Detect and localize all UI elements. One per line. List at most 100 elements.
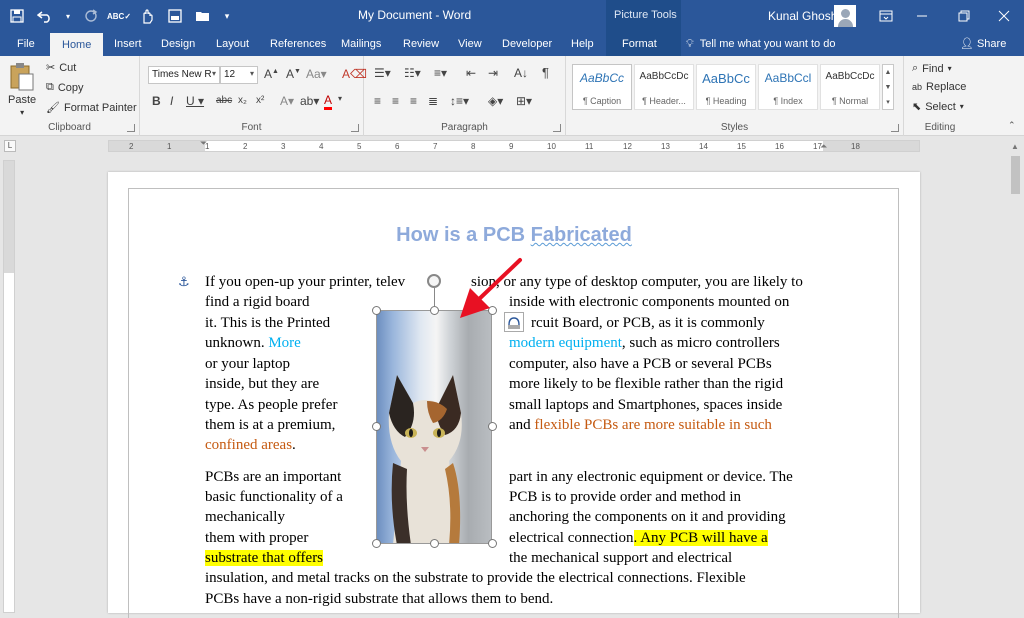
increase-indent-icon[interactable]: ⇥	[488, 66, 498, 80]
styles-scroll[interactable]: ▲ ▼ ▾	[882, 64, 894, 110]
customize-icon[interactable]: ▾	[222, 6, 232, 26]
text-line: them with proper	[205, 530, 308, 547]
copy-button[interactable]: ⧉ Copy	[46, 81, 84, 94]
resize-handle-s[interactable]	[430, 539, 439, 548]
save-icon[interactable]	[8, 6, 26, 26]
rotate-handle-icon[interactable]	[427, 274, 441, 288]
ribbon-display-options-icon[interactable]	[866, 0, 906, 32]
cut-button[interactable]: ✂ Cut	[46, 61, 76, 75]
close-icon[interactable]	[984, 0, 1024, 32]
tab-view[interactable]: View	[458, 32, 482, 56]
align-left-icon[interactable]: ≡	[374, 94, 381, 108]
scroll-up-icon[interactable]: ▲	[1011, 142, 1019, 151]
text-line: mechanically	[205, 509, 285, 526]
clipboard-launcher-icon[interactable]	[127, 124, 135, 132]
tab-review[interactable]: Review	[403, 32, 439, 56]
scroll-thumb[interactable]	[1011, 156, 1020, 194]
sort-icon[interactable]: A↓	[514, 66, 528, 80]
decrease-indent-icon[interactable]: ⇤	[466, 66, 476, 80]
grow-font-icon[interactable]: A▲	[264, 67, 279, 81]
undo-icon[interactable]	[36, 6, 54, 26]
shrink-font-icon[interactable]: A▼	[286, 67, 301, 81]
change-case-icon[interactable]: Aa▾	[306, 67, 327, 81]
styles-launcher-icon[interactable]	[891, 124, 899, 132]
tab-file[interactable]: File	[17, 32, 35, 56]
line-spacing-icon[interactable]: ↕≡▾	[450, 94, 469, 108]
align-center-icon[interactable]: ≡	[392, 94, 399, 108]
print-preview-icon[interactable]	[166, 6, 184, 26]
tab-mailings[interactable]: Mailings	[341, 32, 381, 56]
dropdown-icon[interactable]: ▾	[64, 6, 72, 26]
right-indent-icon[interactable]: ⏶	[820, 141, 827, 152]
tab-developer[interactable]: Developer	[502, 32, 552, 56]
user-name[interactable]: Kunal Ghosh	[768, 9, 837, 23]
tab-references[interactable]: References	[270, 32, 326, 56]
style-heading[interactable]: AaBbCc ¶ Heading	[696, 64, 756, 110]
anchor-icon[interactable]: ⚓︎	[178, 274, 190, 290]
justify-icon[interactable]: ≣	[428, 94, 438, 108]
resize-handle-e[interactable]	[488, 422, 497, 431]
replace-button[interactable]: ab Replace	[912, 81, 966, 93]
underline-icon[interactable]: U ▾	[186, 94, 204, 108]
tab-selector[interactable]: L	[4, 140, 16, 152]
title-bar: ▾ ABC✓ ▾ My Document - Word Picture Tool…	[0, 0, 1024, 32]
share-button[interactable]: 👤︎ Share	[960, 32, 1006, 56]
paragraph-launcher-icon[interactable]	[553, 124, 561, 132]
indent-marker-icon[interactable]: ⏷	[200, 138, 207, 149]
resize-handle-w[interactable]	[372, 422, 381, 431]
spelling-icon[interactable]: ABC✓	[107, 6, 131, 26]
avatar[interactable]	[834, 5, 856, 27]
document-page[interactable]: How is a PCB Fabricated ⚓︎ If you open-u…	[108, 172, 920, 618]
style-header[interactable]: AaBbCcDc ¶ Header...	[634, 64, 694, 110]
subscript-icon[interactable]: x₂	[238, 95, 247, 106]
style-caption[interactable]: AaBbCc ¶ Caption	[572, 64, 632, 110]
resize-handle-se[interactable]	[488, 539, 497, 548]
font-launcher-icon[interactable]	[351, 124, 359, 132]
superscript-icon[interactable]: x²	[256, 95, 264, 106]
tab-insert[interactable]: Insert	[114, 32, 142, 56]
highlight-icon[interactable]: ab▾	[300, 94, 319, 108]
bold-icon[interactable]: B	[152, 94, 161, 108]
text-effects-icon[interactable]: A▾	[280, 94, 294, 108]
tab-design[interactable]: Design	[161, 32, 195, 56]
tab-help[interactable]: Help	[571, 32, 594, 56]
collapse-ribbon-icon[interactable]: ⌃	[1008, 120, 1016, 131]
font-color-icon[interactable]: A	[324, 94, 333, 110]
cat-picture[interactable]	[376, 310, 492, 544]
resize-handle-nw[interactable]	[372, 306, 381, 315]
font-name-box[interactable]: Times New R ▾	[148, 66, 220, 84]
redo-icon[interactable]	[82, 6, 100, 26]
bullets-icon[interactable]: ☰▾	[374, 66, 391, 80]
shading-icon[interactable]: ◈▾	[488, 94, 503, 108]
find-button[interactable]: ⌕ Find ▾	[912, 62, 952, 75]
strikethrough-icon[interactable]: abc	[216, 95, 232, 106]
tab-format[interactable]: Format	[622, 32, 657, 56]
show-formatting-icon[interactable]: ¶	[542, 65, 549, 80]
tab-home[interactable]: Home	[50, 33, 104, 56]
resize-handle-sw[interactable]	[372, 539, 381, 548]
font-size-box[interactable]: 12 ▾	[220, 66, 258, 84]
open-icon[interactable]	[194, 6, 212, 26]
touch-mode-icon[interactable]	[138, 6, 156, 26]
multilevel-list-icon[interactable]: ≡▾	[434, 66, 447, 80]
text-line: the mechanical support and electrical	[509, 550, 732, 567]
vertical-scrollbar[interactable]: ▲	[1007, 140, 1024, 613]
document-heading[interactable]: How is a PCB Fabricated	[108, 224, 920, 247]
align-right-icon[interactable]: ≡	[410, 94, 417, 108]
chevron-down-icon[interactable]: ▾	[338, 94, 342, 103]
blue-text: More	[268, 335, 301, 351]
style-index[interactable]: AaBbCcl ¶ Index	[758, 64, 818, 110]
numbering-icon[interactable]: ☷▾	[404, 66, 421, 80]
ruler-tick-label: 4	[319, 142, 324, 151]
restore-icon[interactable]	[944, 0, 984, 32]
minimize-icon[interactable]	[902, 0, 942, 32]
tab-layout[interactable]: Layout	[216, 32, 249, 56]
paste-button[interactable]: Paste ▾	[8, 62, 36, 117]
select-button[interactable]: ⬉ Select ▾	[912, 100, 964, 114]
format-painter-button[interactable]: 🖌︎ Format Painter	[46, 101, 137, 115]
style-normal[interactable]: AaBbCcDc ¶ Normal	[820, 64, 880, 110]
resize-handle-n[interactable]	[430, 306, 439, 315]
tell-me-box[interactable]: 💡︎ Tell me what you want to do	[686, 32, 835, 56]
borders-icon[interactable]: ⊞▾	[516, 94, 532, 108]
italic-icon[interactable]: I	[170, 94, 173, 108]
